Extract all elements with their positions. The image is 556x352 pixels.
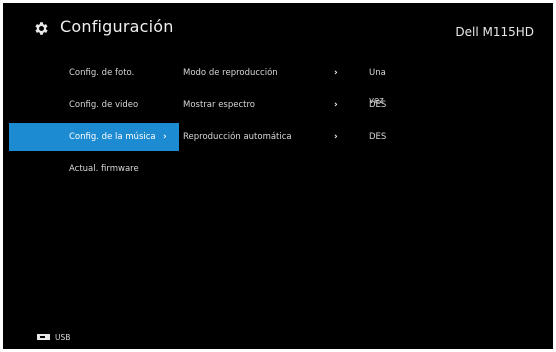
option-playback-mode[interactable]: Modo de reproducción › Una vez (183, 59, 403, 106)
option-label: Modo de reproducción (183, 68, 278, 78)
gear-icon (35, 22, 48, 35)
category-label: Config. de video (69, 100, 139, 110)
chevron-right-icon: › (163, 132, 167, 142)
option-value: DES (369, 132, 387, 142)
category-label: Actual. firmware (69, 164, 139, 174)
option-value: DES (369, 100, 387, 110)
chevron-right-icon: › (334, 100, 338, 110)
category-photo-settings[interactable]: Config. de foto. (9, 59, 179, 87)
page-title: Configuración (60, 17, 174, 36)
category-label: Config. de foto. (69, 68, 135, 78)
category-video-settings[interactable]: Config. de video (9, 91, 179, 119)
option-label: Reproducción automática (183, 132, 292, 142)
input-source-indicator: USB (37, 332, 70, 344)
option-autoplay[interactable]: Reproducción automática › DES (183, 123, 403, 151)
usb-icon (37, 334, 50, 340)
option-label: Mostrar espectro (183, 100, 255, 110)
device-model: Dell M115HD (455, 25, 534, 39)
chevron-right-icon: › (334, 68, 338, 78)
settings-screen: Configuración Dell M115HD Config. de fot… (3, 3, 553, 349)
category-label: Config. de la música (69, 132, 156, 142)
option-show-spectrum[interactable]: Mostrar espectro › DES (183, 91, 403, 119)
category-music-settings[interactable]: Config. de la música › (9, 123, 179, 151)
source-label: USB (55, 333, 71, 342)
chevron-right-icon: › (334, 132, 338, 142)
category-firmware-update[interactable]: Actual. firmware (9, 155, 179, 183)
